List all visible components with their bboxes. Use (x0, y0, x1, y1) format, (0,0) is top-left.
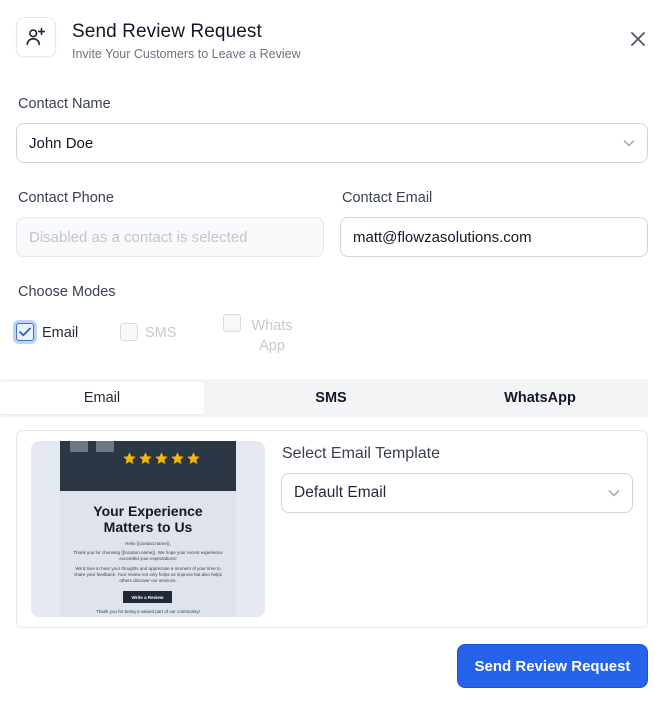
email-preview-greeting: Hello {{contact.name}}, (125, 541, 171, 546)
hero-decoration (70, 441, 88, 452)
email-template-value: Default Email (294, 484, 387, 501)
contact-email-value: matt@flowzasolutions.com (353, 228, 532, 246)
contact-phone-placeholder: Disabled as a contact is selected (29, 228, 248, 246)
email-preview-card: Your Experience Matters to Us Hello {{co… (60, 441, 236, 617)
contact-email-label: Contact Email (342, 190, 433, 206)
sms-mode-label: SMS (145, 325, 177, 341)
contact-phone-label: Contact Phone (18, 190, 114, 206)
email-preview-footer: Thank you for being a valued part of our… (95, 609, 201, 614)
whatsapp-mode-label-line1: Whats (251, 318, 293, 334)
chevron-down-icon (608, 489, 620, 497)
star-icon (171, 452, 184, 465)
whatsapp-mode-checkbox[interactable] (223, 314, 241, 332)
tab-email[interactable]: Email (0, 382, 204, 414)
contact-name-label: Contact Name (18, 96, 111, 112)
user-plus-icon (16, 17, 56, 57)
email-preview-para1: Thank you for choosing {{location.name}}… (73, 550, 223, 561)
close-icon[interactable] (626, 27, 650, 51)
email-mode-checkbox[interactable] (16, 323, 34, 341)
select-template-label: Select Email Template (282, 445, 440, 462)
contact-name-select[interactable]: John Doe (16, 123, 648, 163)
email-preview-para2: We'd love to hear your thoughts and appr… (74, 566, 222, 583)
contact-phone-field[interactable]: Disabled as a contact is selected (16, 217, 324, 257)
email-preview-heading-2: Matters to Us (103, 519, 193, 535)
contact-name-value: John Doe (29, 134, 94, 152)
contact-email-field[interactable]: matt@flowzasolutions.com (340, 217, 648, 257)
email-template-panel: Your Experience Matters to Us Hello {{co… (16, 430, 648, 628)
whatsapp-mode-label-line2: App (259, 338, 285, 354)
email-preview-button: Write a Review (123, 591, 172, 603)
mode-tabs: Email SMS WhatsApp (0, 379, 648, 417)
email-template-select[interactable]: Default Email (281, 473, 633, 513)
star-rating (122, 451, 201, 466)
star-icon (123, 452, 136, 465)
email-template-preview[interactable]: Your Experience Matters to Us Hello {{co… (31, 441, 265, 617)
choose-modes-label: Choose Modes (18, 284, 116, 300)
email-preview-heading-1: Your Experience (93, 503, 203, 519)
hero-decoration (96, 441, 114, 452)
whatsapp-mode-label: Whats App (250, 316, 294, 356)
sms-mode-checkbox[interactable] (120, 323, 138, 341)
send-review-request-button[interactable]: Send Review Request (457, 644, 648, 688)
tab-whatsapp[interactable]: WhatsApp (438, 379, 642, 417)
email-preview-hero (60, 441, 236, 491)
star-icon (187, 452, 200, 465)
chevron-down-icon (623, 139, 635, 147)
page-title: Send Review Request (72, 21, 262, 42)
page-subtitle: Invite Your Customers to Leave a Review (72, 47, 301, 61)
star-icon (139, 452, 152, 465)
email-mode-label: Email (42, 325, 79, 341)
tab-sms[interactable]: SMS (229, 379, 433, 417)
check-icon (19, 327, 31, 337)
star-icon (155, 452, 168, 465)
